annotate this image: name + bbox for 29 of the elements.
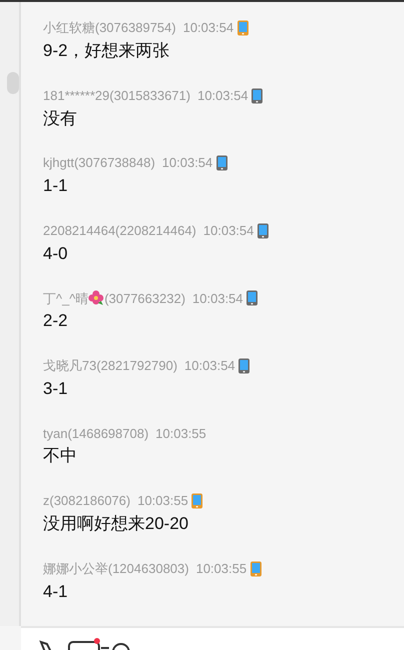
message-text: 3-1	[43, 378, 69, 400]
message-text: 没有	[43, 108, 78, 130]
sender-name: 181******29(3015833671)	[43, 86, 190, 105]
sender-name: 丁^_^晴	[43, 290, 88, 308]
message-text: 2-2	[43, 310, 69, 332]
message-time: 10:03:54	[162, 154, 213, 172]
sender-id: (3077663232)	[104, 290, 186, 308]
message-time: 10:03:54	[192, 290, 244, 308]
message-text: 没用啊好想来20-20	[43, 512, 190, 535]
message-text: 1-1	[43, 175, 69, 198]
message-text: 4-0	[43, 242, 69, 265]
sender-name: tyan(1468698708)	[43, 424, 149, 443]
message-text: 不中	[43, 445, 78, 468]
message-text: 9-2，好想来两张	[43, 40, 171, 62]
sender-name: 2208214464(2208214464)	[43, 222, 196, 240]
message-time: 10:03:55	[137, 492, 188, 510]
message-time: 10:03:54	[203, 222, 254, 240]
sender-name: 娜娜小公举(1204630803)	[43, 560, 189, 578]
message-time: 10:03:54	[197, 86, 248, 105]
message-time: 10:03:55	[156, 424, 206, 443]
sender-name: 戈晓凡73(2821792790)	[43, 357, 178, 376]
sender-name: 小红软糖(3076389754)	[43, 19, 176, 38]
message-text: 4-1	[43, 580, 69, 602]
sender-name: kjhgtt(3076738848)	[43, 154, 156, 172]
message-time: 10:03:54	[184, 357, 236, 376]
message-time: 10:03:55	[196, 560, 247, 578]
message-time: 10:03:54	[182, 19, 234, 38]
scrollbar-thumb[interactable]	[7, 72, 19, 94]
sender-name: z(3082186076)	[43, 492, 130, 510]
